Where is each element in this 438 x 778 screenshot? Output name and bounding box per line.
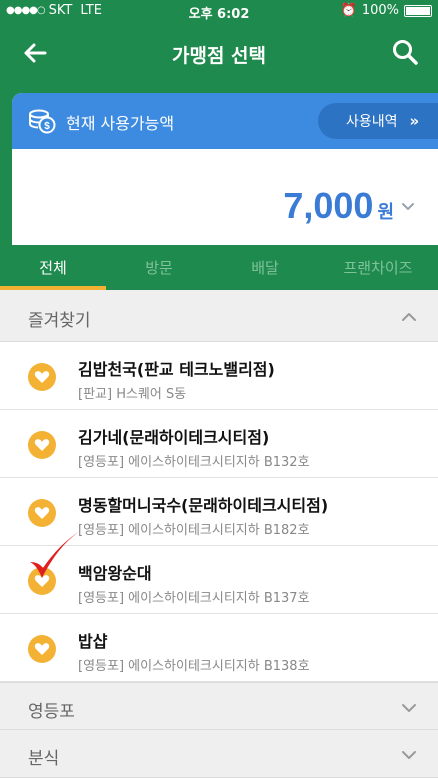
alarm-icon: ⏰ bbox=[340, 3, 357, 18]
section-header-favorites[interactable]: 즐겨찾기 bbox=[0, 290, 438, 342]
heart-icon bbox=[34, 371, 50, 383]
store-address: [영등포] 에이스하이테크시티지하 B138호 bbox=[78, 659, 310, 674]
list-item[interactable]: 김밥천국(판교 테크노밸리점) [판교] H스퀘어 S동 bbox=[0, 342, 438, 410]
list-item[interactable]: 밥샵 [영등포] 에이스하이테크시티지하 B138호 bbox=[0, 614, 438, 682]
coins-icon: $ bbox=[29, 109, 56, 134]
store-address: [영등포] 에이스하이테크시티지하 B132호 bbox=[78, 455, 310, 470]
red-checkmark-icon bbox=[30, 531, 80, 578]
store-name: 김가네(문래하이테크시티점) bbox=[78, 428, 270, 447]
search-icon[interactable] bbox=[390, 37, 420, 67]
usage-history-label: 사용내역 bbox=[346, 114, 398, 130]
chevron-down-icon bbox=[402, 704, 416, 712]
store-address: [영등포] 에이스하이테크시티지하 B182호 bbox=[78, 523, 310, 538]
list-item[interactable]: 김가네(문래하이테크시티점) [영등포] 에이스하이테크시티지하 B132호 bbox=[0, 410, 438, 478]
tab-franchise[interactable]: 프랜차이즈 bbox=[318, 246, 438, 290]
section-header-snacks[interactable]: 분식 bbox=[0, 730, 438, 778]
store-name: 밥샵 bbox=[78, 632, 108, 651]
tab-visit[interactable]: 방문 bbox=[106, 246, 212, 290]
balance-header: $ 현재 사용가능액 사용내역 » bbox=[12, 93, 438, 149]
battery-icon bbox=[404, 4, 432, 17]
balance-amount: 7,000 bbox=[283, 185, 374, 226]
battery-percent: 100% bbox=[361, 3, 399, 18]
store-name: 명동할머니국수(문래하이테크시티점) bbox=[78, 496, 329, 515]
favorites-list: 김밥천국(판교 테크노밸리점) [판교] H스퀘어 S동 김가네(문래하이테크시… bbox=[0, 342, 438, 682]
tab-delivery[interactable]: 배달 bbox=[212, 246, 318, 290]
balance-label: 현재 사용가능액 bbox=[66, 114, 175, 133]
page-title: 가맹점 선택 bbox=[171, 45, 266, 67]
category-tabs: 전체 방문 배달 프랜차이즈 bbox=[0, 246, 438, 290]
balance-card: $ 현재 사용가능액 사용내역 » 7,000 원 bbox=[12, 93, 438, 245]
balance-unit: 원 bbox=[377, 202, 394, 223]
store-address: [판교] H스퀘어 S동 bbox=[78, 387, 187, 402]
store-name: 백암왕순대 bbox=[78, 564, 152, 583]
svg-text:$: $ bbox=[44, 121, 50, 132]
favorite-heart-icon[interactable] bbox=[28, 363, 56, 391]
status-right: ⏰ 100% bbox=[341, 3, 432, 18]
favorite-heart-icon[interactable] bbox=[28, 431, 56, 459]
chevron-up-icon bbox=[402, 313, 416, 321]
chevron-down-icon bbox=[402, 751, 416, 759]
section-title-favorites: 즐겨찾기 bbox=[28, 311, 91, 331]
store-name: 김밥천국(판교 테크노밸리점) bbox=[78, 360, 275, 379]
section-title-yeongdeungpo: 영등포 bbox=[28, 702, 75, 722]
chevron-down-icon bbox=[402, 203, 414, 210]
double-chevron-right-icon: » bbox=[409, 112, 420, 130]
section-header-yeongdeungpo[interactable]: 영등포 bbox=[0, 682, 438, 730]
balance-amount-toggle[interactable]: 7,000 원 bbox=[283, 185, 416, 227]
status-bar: ●●●●○ SKT LTE 오후 6:02 ⏰ 100% bbox=[0, 0, 438, 22]
heart-icon bbox=[34, 507, 50, 519]
heart-icon bbox=[34, 643, 50, 655]
heart-icon bbox=[34, 439, 50, 451]
usage-history-button[interactable]: 사용내역 » bbox=[318, 103, 438, 139]
store-address: [영등포] 에이스하이테크시티지하 B137호 bbox=[78, 591, 310, 606]
favorite-heart-icon[interactable] bbox=[28, 499, 56, 527]
tab-all[interactable]: 전체 bbox=[0, 246, 106, 290]
section-title-snacks: 분식 bbox=[28, 749, 60, 769]
favorite-heart-icon[interactable] bbox=[28, 635, 56, 663]
nav-bar: 가맹점 선택 bbox=[0, 22, 438, 84]
